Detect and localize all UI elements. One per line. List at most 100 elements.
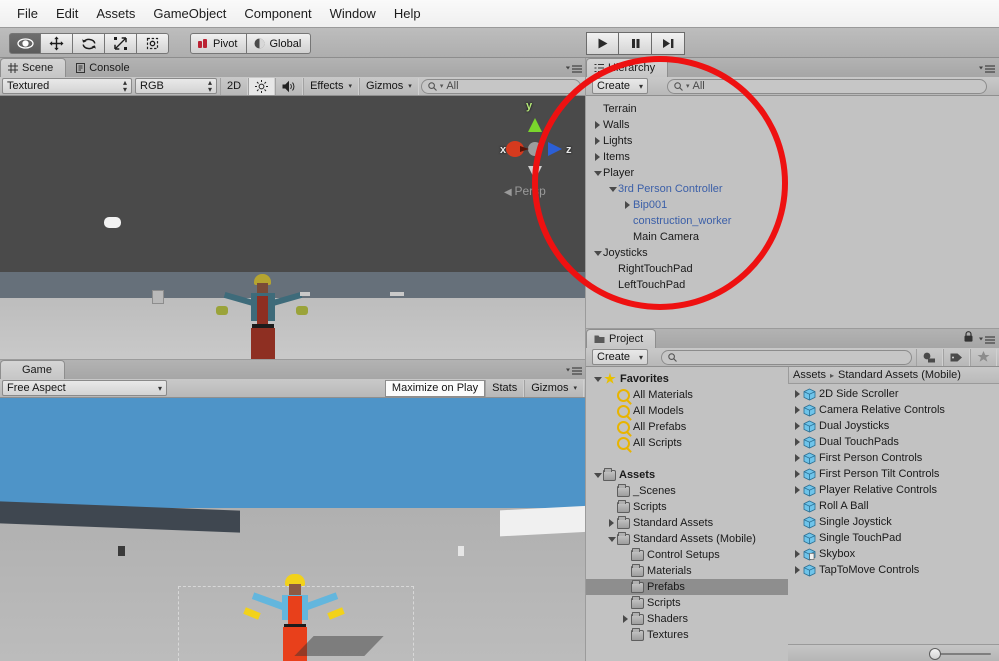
asset-list-item[interactable]: Roll A Ball: [788, 498, 999, 514]
breadcrumb-segment[interactable]: Standard Assets (Mobile): [838, 369, 961, 381]
asset-list-item[interactable]: Player Relative Controls: [788, 482, 999, 498]
scene-viewport[interactable]: y x z ◀ Persp: [0, 96, 586, 360]
game-panel-menu-icon[interactable]: [566, 367, 582, 376]
hierarchy-panel-menu-icon[interactable]: [979, 65, 995, 74]
project-create-button[interactable]: Create ▾: [592, 349, 648, 365]
twisty-collapsed[interactable]: [606, 519, 617, 527]
twisty-collapsed[interactable]: [592, 153, 603, 161]
twisty-collapsed[interactable]: [792, 390, 803, 398]
hierarchy-item[interactable]: RightTouchPad: [586, 261, 999, 277]
hierarchy-item[interactable]: LeftTouchPad: [586, 277, 999, 293]
tab-console[interactable]: Console: [68, 58, 142, 77]
twisty-expanded[interactable]: [607, 186, 618, 192]
hand-tool-button[interactable]: [9, 33, 41, 54]
step-button[interactable]: [652, 32, 685, 55]
stats-button[interactable]: Stats: [485, 379, 525, 397]
scale-tool-button[interactable]: [105, 33, 137, 54]
rotate-tool-button[interactable]: [73, 33, 105, 54]
project-tree-item[interactable]: Assets: [586, 467, 788, 483]
game-viewport[interactable]: [0, 398, 586, 661]
project-tree-item[interactable]: _Scenes: [586, 483, 788, 499]
project-tree-item[interactable]: Textures: [586, 627, 788, 643]
project-tree-item[interactable]: All Scripts: [586, 435, 788, 451]
effects-dropdown[interactable]: Effects ▾: [303, 77, 360, 95]
project-lock-icon[interactable]: [964, 331, 973, 345]
hierarchy-item[interactable]: Main Camera: [586, 229, 999, 245]
tab-scene[interactable]: Scene: [0, 58, 67, 77]
twisty-collapsed[interactable]: [792, 486, 803, 494]
hierarchy-item[interactable]: construction_worker: [586, 213, 999, 229]
twisty-collapsed[interactable]: [792, 406, 803, 414]
menu-item-assets[interactable]: Assets: [87, 4, 144, 23]
hierarchy-search-input[interactable]: ▾ All: [667, 78, 987, 94]
project-tree-item[interactable]: Scripts: [586, 595, 788, 611]
project-panel-menu-icon[interactable]: [979, 336, 995, 345]
favorite-filter-button[interactable]: [970, 348, 997, 366]
hierarchy-item[interactable]: Lights: [586, 133, 999, 149]
color-mode-dropdown[interactable]: RGB ▴ ▾: [135, 78, 217, 94]
project-asset-list[interactable]: 2D Side Scroller Camera Relative Controls…: [788, 384, 999, 644]
tab-hierarchy[interactable]: Hierarchy: [586, 58, 669, 77]
hierarchy-item[interactable]: Walls: [586, 117, 999, 133]
twisty-expanded[interactable]: [592, 250, 603, 256]
scene-lighting-button[interactable]: [248, 77, 276, 95]
project-tree-item[interactable]: Shaders: [586, 611, 788, 627]
asset-list-item[interactable]: Camera Relative Controls: [788, 402, 999, 418]
twisty-collapsed[interactable]: [792, 550, 803, 558]
global-toggle-button[interactable]: Global: [247, 33, 312, 54]
asset-list-item[interactable]: Single Joystick: [788, 514, 999, 530]
asset-list-item[interactable]: Dual Joysticks: [788, 418, 999, 434]
project-folder-tree[interactable]: ★ Favorites All Materials All Models All Pre…: [586, 367, 788, 661]
asset-list-item[interactable]: TapToMove Controls: [788, 562, 999, 578]
move-tool-button[interactable]: [41, 33, 73, 54]
twisty-collapsed[interactable]: [792, 566, 803, 574]
project-tree-item[interactable]: ★ Favorites: [586, 371, 788, 387]
hierarchy-item[interactable]: 3rd Person Controller: [586, 181, 999, 197]
asset-list-item[interactable]: Dual TouchPads: [788, 434, 999, 450]
scene-audio-button[interactable]: [275, 77, 304, 95]
type-filter-button[interactable]: [916, 348, 943, 366]
project-zoom-slider[interactable]: [788, 644, 999, 661]
project-tree-item[interactable]: Standard Assets: [586, 515, 788, 531]
game-gizmos-dropdown[interactable]: Gizmos ▾: [524, 379, 584, 397]
project-tree-item[interactable]: All Prefabs: [586, 419, 788, 435]
project-tree-item[interactable]: Control Setups: [586, 547, 788, 563]
draw-mode-dropdown[interactable]: Textured ▴ ▾: [2, 78, 132, 94]
menu-item-help[interactable]: Help: [385, 4, 430, 23]
breadcrumb-segment[interactable]: Assets: [793, 369, 826, 381]
aspect-ratio-dropdown[interactable]: Free Aspect ▾: [2, 380, 167, 396]
hierarchy-item[interactable]: Items: [586, 149, 999, 165]
label-filter-button[interactable]: [943, 348, 970, 366]
tab-project[interactable]: Project: [586, 329, 657, 348]
twisty-expanded[interactable]: [592, 170, 603, 176]
asset-list-item[interactable]: Single TouchPad: [788, 530, 999, 546]
pivot-toggle-button[interactable]: Pivot: [190, 33, 248, 54]
twisty-collapsed[interactable]: [792, 470, 803, 478]
twisty-collapsed[interactable]: [592, 137, 603, 145]
hierarchy-item[interactable]: Bip001: [586, 197, 999, 213]
twisty-collapsed[interactable]: [622, 201, 633, 209]
rect-tool-button[interactable]: [137, 33, 169, 54]
twisty-collapsed[interactable]: [792, 454, 803, 462]
menu-item-file[interactable]: File: [8, 4, 47, 23]
hierarchy-item[interactable]: Joysticks: [586, 245, 999, 261]
asset-list-item[interactable]: Skybox: [788, 546, 999, 562]
zoom-slider-knob[interactable]: [929, 648, 941, 660]
hierarchy-create-button[interactable]: Create ▾: [592, 78, 648, 94]
scene-search-input[interactable]: ▾ All: [420, 78, 581, 94]
twisty-expanded[interactable]: [606, 536, 617, 542]
scene-panel-menu-icon[interactable]: [566, 65, 582, 74]
project-tree-item[interactable]: Materials: [586, 563, 788, 579]
menu-item-edit[interactable]: Edit: [47, 4, 87, 23]
pause-button[interactable]: [619, 32, 652, 55]
project-tree-item[interactable]: Scripts: [586, 499, 788, 515]
twisty-collapsed[interactable]: [620, 615, 631, 623]
project-tree-item[interactable]: Standard Assets (Mobile): [586, 531, 788, 547]
menu-item-component[interactable]: Component: [235, 4, 320, 23]
twisty-collapsed[interactable]: [792, 422, 803, 430]
tab-game[interactable]: Game: [0, 360, 65, 379]
toggle-2d-button[interactable]: 2D: [220, 77, 249, 95]
hierarchy-item[interactable]: Terrain: [586, 101, 999, 117]
hierarchy-item[interactable]: Player: [586, 165, 999, 181]
twisty-expanded[interactable]: [592, 472, 603, 478]
